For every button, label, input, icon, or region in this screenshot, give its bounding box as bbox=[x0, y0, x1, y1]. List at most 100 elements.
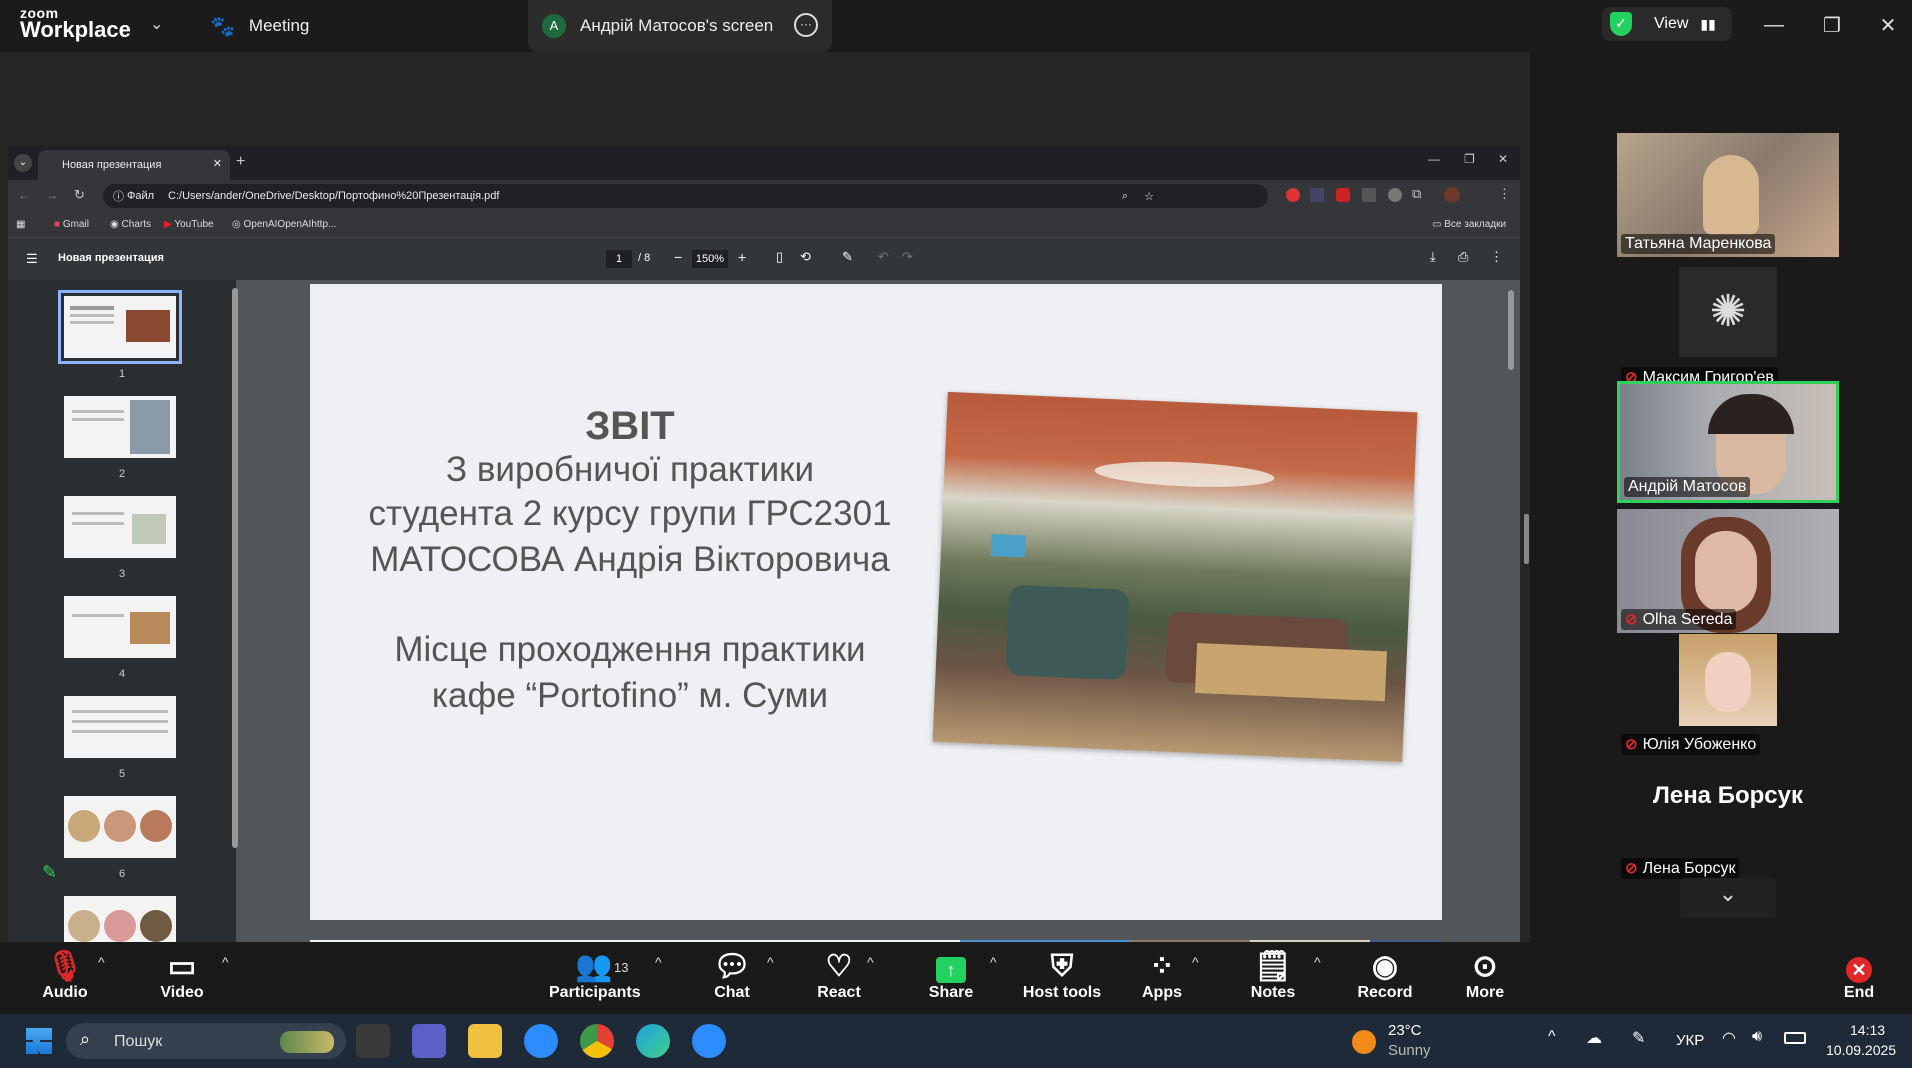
participant-tile[interactable]: ⊘ Юлія Убоженко bbox=[1617, 634, 1839, 758]
bookmark-youtube[interactable]: ▶ YouTube bbox=[164, 219, 214, 230]
extensions-puzzle-icon[interactable]: ⧉ bbox=[1412, 186, 1421, 202]
more-button[interactable]: ⊙ More bbox=[1440, 950, 1530, 1002]
main-scrollbar[interactable] bbox=[1508, 290, 1514, 370]
forward-icon[interactable]: → bbox=[46, 188, 58, 202]
host-tools-button[interactable]: ⛨ Host tools bbox=[1017, 950, 1107, 1002]
volume-icon[interactable]: 🔊︎ bbox=[1752, 1028, 1762, 1046]
window-restore-icon[interactable]: ❐ bbox=[1464, 152, 1475, 166]
bookmark-charts[interactable]: ◉ Charts bbox=[110, 219, 151, 230]
participants-button[interactable]: 👥 Participants bbox=[549, 950, 641, 1002]
new-tab-icon[interactable]: + bbox=[236, 153, 245, 171]
print-icon[interactable]: ⎙ bbox=[1458, 249, 1468, 265]
language-indicator[interactable]: УКР bbox=[1676, 1032, 1704, 1049]
zoom-level-input[interactable]: 150% bbox=[692, 250, 728, 268]
teams-icon[interactable] bbox=[412, 1024, 446, 1058]
all-bookmarks[interactable]: ▭ Все закладки bbox=[1432, 219, 1506, 230]
apps-grid-icon[interactable]: ▦ bbox=[16, 219, 25, 230]
address-bar[interactable]: ⓘ Файл C:/Users/ander/OneDrive/Desktop/П… bbox=[103, 184, 1268, 208]
clock-time[interactable]: 14:13 bbox=[1850, 1022, 1885, 1038]
audio-button[interactable]: 🎙︎ Audio bbox=[20, 950, 110, 1002]
reload-icon[interactable]: ↻ bbox=[74, 187, 85, 203]
apps-options-chevron-icon[interactable]: ^ bbox=[1192, 954, 1199, 970]
zoom-workplace-icon[interactable] bbox=[692, 1024, 726, 1058]
zoom-app-icon[interactable] bbox=[524, 1024, 558, 1058]
page-thumbnail[interactable] bbox=[64, 796, 176, 858]
annotate-icon[interactable]: ✎ bbox=[842, 249, 853, 265]
taskbar-search[interactable]: ⌕ Пошук bbox=[66, 1023, 346, 1059]
wifi-icon[interactable]: ◠ bbox=[1722, 1028, 1736, 1048]
tray-chevron-icon[interactable]: ^ bbox=[1548, 1028, 1556, 1046]
participant-tile[interactable]: Татьяна Маренкова bbox=[1617, 133, 1839, 257]
end-button[interactable]: ✕ End bbox=[1814, 950, 1904, 1002]
window-minimize-icon[interactable]: — bbox=[1428, 152, 1440, 166]
page-thumbnail[interactable] bbox=[64, 696, 176, 758]
sidebar-scrollbar[interactable] bbox=[232, 288, 238, 848]
download-icon[interactable]: ⤓ bbox=[1430, 249, 1436, 265]
windows-start-icon[interactable] bbox=[26, 1028, 52, 1054]
react-options-chevron-icon[interactable]: ^ bbox=[867, 954, 874, 970]
zoom-icon[interactable]: ⌕ bbox=[1122, 190, 1128, 203]
record-button[interactable]: ◉ Record bbox=[1340, 950, 1430, 1002]
back-icon[interactable]: ← bbox=[18, 188, 30, 202]
fit-page-icon[interactable]: ▯ bbox=[776, 249, 783, 265]
share-options-chevron-icon[interactable]: ^ bbox=[990, 954, 997, 970]
undo-icon[interactable]: ↶ bbox=[878, 249, 889, 265]
zoom-in-icon[interactable]: + bbox=[738, 249, 746, 265]
bookmark-openai[interactable]: ◎ OpenAIOpenAIhttp... bbox=[232, 219, 336, 230]
audio-options-chevron-icon[interactable]: ^ bbox=[98, 954, 105, 970]
clock-date[interactable]: 10.09.2025 bbox=[1826, 1042, 1896, 1058]
page-thumbnail[interactable] bbox=[58, 290, 182, 364]
sidebar-toggle-icon[interactable]: ☰ bbox=[26, 251, 38, 267]
resize-handle[interactable] bbox=[1524, 514, 1529, 564]
notes-options-chevron-icon[interactable]: ^ bbox=[1314, 954, 1321, 970]
tab-search-icon[interactable]: ⌄ bbox=[14, 154, 32, 172]
participant-tile-no-video[interactable]: Лена Борсук ⊘ Лена Борсук bbox=[1617, 758, 1839, 882]
page-thumbnail[interactable] bbox=[64, 496, 176, 558]
edge-icon[interactable] bbox=[636, 1024, 670, 1058]
file-explorer-icon[interactable] bbox=[468, 1024, 502, 1058]
extension-icon[interactable] bbox=[1336, 188, 1350, 202]
zoom-out-icon[interactable]: − bbox=[674, 249, 682, 265]
chevron-down-icon[interactable]: ⌄ bbox=[150, 14, 163, 34]
page-thumbnail[interactable] bbox=[64, 596, 176, 658]
video-button[interactable]: ▭ Video bbox=[137, 950, 227, 1002]
video-options-chevron-icon[interactable]: ^ bbox=[222, 954, 229, 970]
view-button[interactable]: ✓ View ▮▮ bbox=[1602, 7, 1732, 41]
participant-tile[interactable]: ✺ ⊘ Максим Григор'ев bbox=[1617, 267, 1839, 391]
pencil-icon[interactable]: ✎ bbox=[42, 862, 57, 883]
rotate-icon[interactable]: ⟲ bbox=[800, 249, 811, 265]
profile-avatar[interactable] bbox=[1444, 187, 1460, 203]
extension-icon[interactable] bbox=[1362, 188, 1376, 202]
browser-tab[interactable]: Новая презентация ✕ bbox=[38, 150, 230, 180]
redo-icon[interactable]: ↷ bbox=[902, 249, 913, 265]
page-thumbnail[interactable] bbox=[64, 396, 176, 458]
microphone-icon[interactable]: ✎ bbox=[1632, 1028, 1645, 1048]
bookmark-gmail[interactable]: ■ Gmail bbox=[54, 219, 89, 230]
task-view-icon[interactable] bbox=[356, 1024, 390, 1058]
restore-icon[interactable]: ❐ bbox=[1814, 10, 1850, 40]
extension-icon[interactable] bbox=[1388, 188, 1402, 202]
chat-options-chevron-icon[interactable]: ^ bbox=[767, 954, 774, 970]
participant-tile[interactable]: ⊘ Olha Sereda bbox=[1617, 509, 1839, 633]
more-icon[interactable]: ⋮ bbox=[1490, 249, 1503, 265]
extension-icon[interactable] bbox=[1286, 188, 1300, 202]
notes-button[interactable]: 🗒︎ Notes bbox=[1228, 950, 1318, 1002]
minimize-icon[interactable]: — bbox=[1756, 10, 1792, 40]
chat-button[interactable]: 💬︎ Chat bbox=[687, 950, 777, 1002]
tab-close-icon[interactable]: ✕ bbox=[213, 157, 222, 170]
onedrive-icon[interactable]: ☁ bbox=[1586, 1028, 1602, 1048]
active-speaker-tile[interactable]: Андрій Матосов bbox=[1617, 381, 1839, 503]
menu-icon[interactable]: ⋮ bbox=[1498, 186, 1511, 202]
star-icon[interactable]: ☆ bbox=[1144, 190, 1154, 203]
tab-shared-screen[interactable]: A Андрій Матосов's screen ··· bbox=[528, 0, 832, 52]
share-button[interactable]: ↑ Share bbox=[906, 950, 996, 1002]
chrome-icon[interactable] bbox=[580, 1024, 614, 1058]
participants-options-chevron-icon[interactable]: ^ bbox=[655, 954, 662, 970]
scroll-down-button[interactable]: ⌄ bbox=[1680, 878, 1776, 918]
battery-icon[interactable] bbox=[1784, 1032, 1806, 1044]
close-icon[interactable]: ✕ bbox=[1870, 10, 1906, 40]
window-close-icon[interactable]: ✕ bbox=[1498, 152, 1508, 166]
tab-meeting[interactable]: 🐾 Meeting bbox=[210, 0, 510, 52]
extension-icon[interactable] bbox=[1310, 188, 1324, 202]
more-options-icon[interactable]: ··· bbox=[794, 13, 818, 37]
